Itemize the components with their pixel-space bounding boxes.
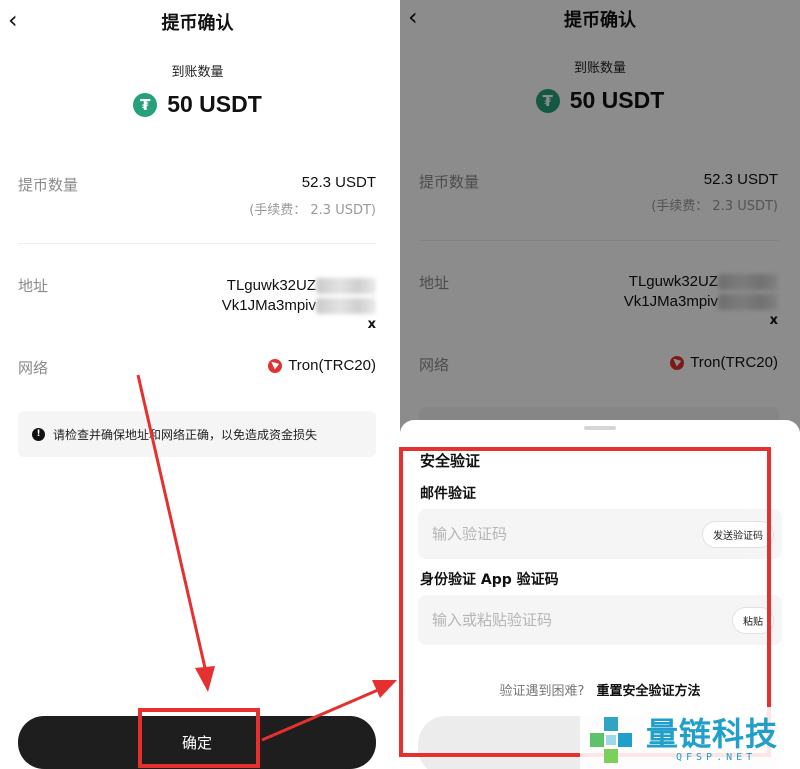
address-redaction xyxy=(316,278,376,295)
page-title: 提币确认 xyxy=(564,10,636,31)
address-redaction xyxy=(316,298,376,315)
receive-amount: 50 USDT xyxy=(167,91,262,117)
tether-icon: ₮ xyxy=(535,88,560,113)
withdraw-amount-value: 52.3 USDT xyxy=(703,171,778,188)
network-value: Tron(TRC20) xyxy=(288,357,376,374)
sheet-drag-handle[interactable] xyxy=(584,426,616,430)
receive-amount-row: ₮ 50 USDT xyxy=(400,87,800,114)
header: ‹ 提币确认 xyxy=(400,0,800,42)
network-value: Tron(TRC20) xyxy=(690,354,778,371)
receive-amount-row: ₮ 50 USDT xyxy=(0,91,395,118)
withdraw-amount-label: 提币数量 xyxy=(18,176,79,194)
receive-label: 到账数量 xyxy=(573,61,626,76)
watermark: 量链科技 QFSP.NET xyxy=(580,707,800,769)
withdraw-amount-label: 提币数量 xyxy=(419,173,480,191)
withdraw-amount-value: 52.3 USDT xyxy=(301,174,376,191)
address-value: TLguwk32UZ Vk1JMa3mpiv xyxy=(624,272,778,312)
address-label: 地址 xyxy=(18,277,49,295)
address-line-1: TLguwk32UZ xyxy=(226,277,316,294)
tether-icon: ₮ xyxy=(133,92,158,117)
divider xyxy=(18,243,376,244)
info-icon: ! xyxy=(32,427,45,441)
tron-icon xyxy=(268,358,283,373)
address-redaction xyxy=(718,294,778,311)
address-redaction xyxy=(718,274,778,291)
address-line-2: Vk1JMa3mpiv xyxy=(221,297,316,314)
divider xyxy=(419,240,779,241)
warning-text: 请检查并确保地址和网络正确，以免造成资金损失 xyxy=(53,427,318,442)
tron-icon xyxy=(670,355,685,370)
receive-amount: 50 USDT xyxy=(569,87,665,113)
page-title: 提币确认 xyxy=(161,13,234,34)
watermark-logo-icon xyxy=(590,717,632,763)
address-line-2: Vk1JMa3mpiv xyxy=(623,293,718,310)
watermark-url: QFSP.NET xyxy=(676,752,757,763)
confirm-highlight-box xyxy=(138,708,260,768)
header: ‹ 提币确认 xyxy=(0,0,395,42)
watermark-name: 量链科技 xyxy=(646,715,779,753)
address-line-1: TLguwk32UZ xyxy=(628,273,718,290)
address-label: 地址 xyxy=(419,274,450,292)
network-label: 网络 xyxy=(419,356,450,374)
network-value-row: Tron(TRC20) xyxy=(268,357,376,374)
withdraw-confirm-screen: ‹ 提币确认 到账数量 ₮ 50 USDT 提币数量 52.3 USDT (手续… xyxy=(0,0,395,769)
address-value: TLguwk32UZ Vk1JMa3mpiv xyxy=(222,276,376,316)
warning-notice: ! 请检查并确保地址和网络正确，以免造成资金损失 xyxy=(18,411,376,457)
fee-text: (手续费： 2.3 USDT) xyxy=(249,203,376,218)
address-suffix: x xyxy=(769,313,778,328)
receive-label: 到账数量 xyxy=(171,65,224,80)
address-suffix: x xyxy=(367,317,376,332)
fee-text: (手续费： 2.3 USDT) xyxy=(651,199,778,214)
network-value-row: Tron(TRC20) xyxy=(670,354,778,371)
network-label: 网络 xyxy=(18,359,49,377)
